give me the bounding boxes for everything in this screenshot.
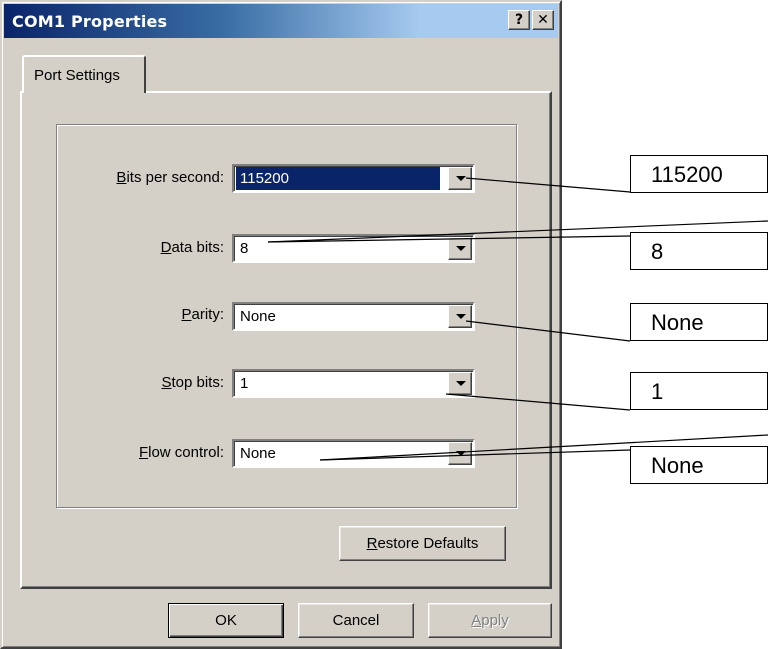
restore-defaults-button[interactable]: Restore Defaults: [339, 526, 506, 561]
parity-value: None: [240, 308, 276, 325]
callout-stop-bits: 1: [630, 372, 768, 410]
chevron-down-icon[interactable]: [448, 167, 472, 190]
accel-key: A: [471, 612, 482, 629]
chevron-down-icon[interactable]: [448, 372, 472, 395]
label-text: low control:: [148, 444, 224, 461]
title-bar[interactable]: COM1 Properties ? ✕: [4, 4, 558, 38]
callout-parity: None: [630, 303, 768, 341]
parity-select[interactable]: None: [232, 302, 475, 331]
chevron-down-icon[interactable]: [448, 237, 472, 260]
accel-key: B: [116, 169, 127, 186]
flow-control-value: None: [240, 445, 276, 462]
accel-key: S: [161, 374, 172, 391]
data-bits-label: Data bits:: [112, 239, 224, 256]
parity-label: Parity:: [112, 306, 224, 323]
button-label: estore Defaults: [377, 535, 479, 552]
bits-per-second-label: Bits per second:: [92, 169, 224, 186]
com1-properties-dialog: COM1 Properties ? ✕ Port Settings Bits p…: [0, 0, 562, 649]
label-text: top bits:: [171, 374, 224, 391]
ok-button[interactable]: OK: [168, 603, 284, 638]
data-bits-select[interactable]: 8: [232, 234, 475, 263]
stop-bits-select[interactable]: 1: [232, 369, 475, 398]
accel-key: F: [138, 444, 149, 461]
tab-port-settings-label: Port Settings: [34, 67, 120, 84]
help-button[interactable]: ?: [508, 10, 530, 30]
cancel-button[interactable]: Cancel: [298, 603, 414, 638]
apply-button[interactable]: Apply: [428, 603, 552, 638]
chevron-down-icon[interactable]: [448, 305, 472, 328]
accel-key: D: [160, 239, 172, 256]
bits-per-second-select[interactable]: 115200: [232, 164, 475, 193]
label-text: arity:: [191, 306, 224, 323]
chevron-down-icon[interactable]: [448, 442, 472, 465]
window-title: COM1 Properties: [12, 12, 168, 31]
bits-per-second-value: 115200: [236, 167, 440, 190]
callout-flow-control: None: [630, 446, 768, 484]
button-label: pply: [481, 612, 509, 629]
flow-control-select[interactable]: None: [232, 439, 475, 468]
callout-bits-per-second: 115200: [630, 155, 768, 193]
callout-data-bits: 8: [630, 232, 768, 270]
close-button[interactable]: ✕: [532, 10, 554, 30]
stop-bits-value: 1: [240, 375, 249, 392]
label-text: its per second:: [126, 169, 224, 186]
accel-key: R: [366, 535, 378, 552]
tab-port-settings[interactable]: Port Settings: [22, 55, 146, 93]
data-bits-value: 8: [240, 240, 249, 257]
accel-key: P: [181, 306, 192, 323]
flow-control-label: Flow control:: [102, 444, 224, 461]
stop-bits-label: Stop bits:: [112, 374, 224, 391]
label-text: ata bits:: [171, 239, 224, 256]
